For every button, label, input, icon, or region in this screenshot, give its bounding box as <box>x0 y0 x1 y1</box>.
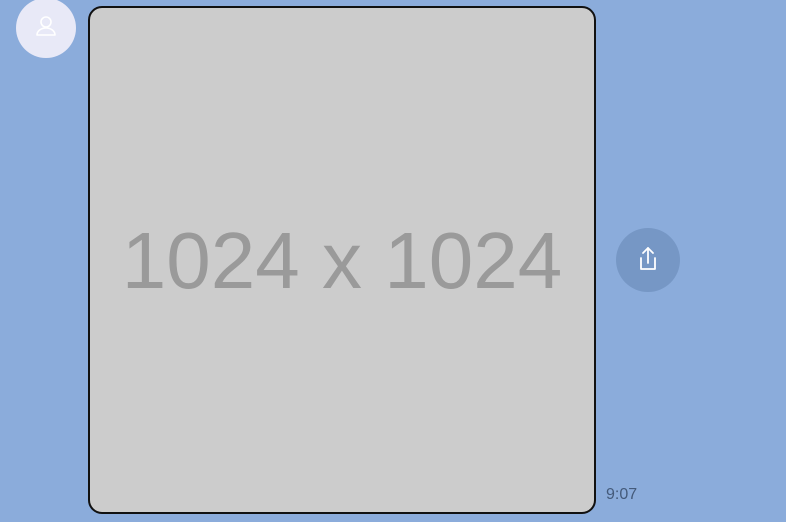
image-message[interactable]: 1024 x 1024 <box>88 6 596 514</box>
avatar[interactable] <box>16 0 76 58</box>
share-icon <box>633 244 663 277</box>
user-icon <box>32 12 60 45</box>
message-timestamp: 9:07 <box>606 486 638 503</box>
share-button[interactable] <box>616 228 680 292</box>
image-placeholder-text: 1024 x 1024 <box>121 216 563 305</box>
